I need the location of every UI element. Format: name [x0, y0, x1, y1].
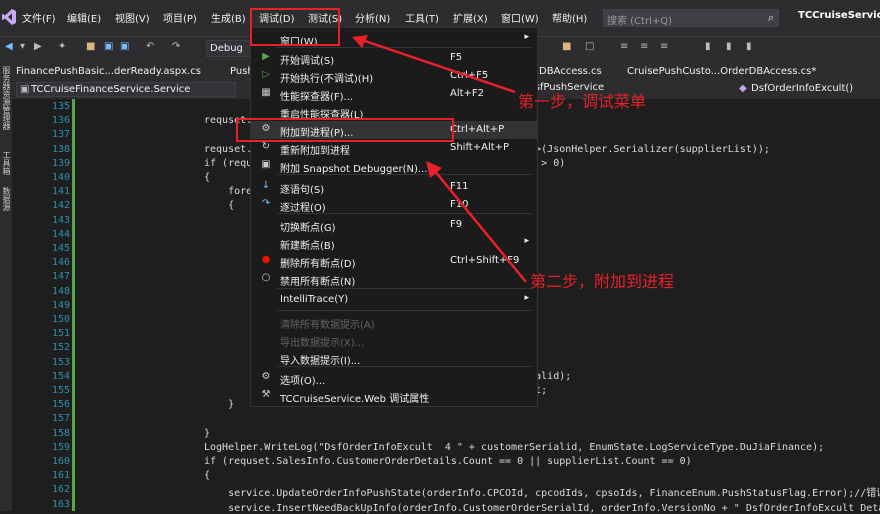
arrow-step2 — [433, 169, 527, 283]
arrow-step1 — [361, 38, 516, 94]
annotation-arrows — [352, 35, 527, 283]
